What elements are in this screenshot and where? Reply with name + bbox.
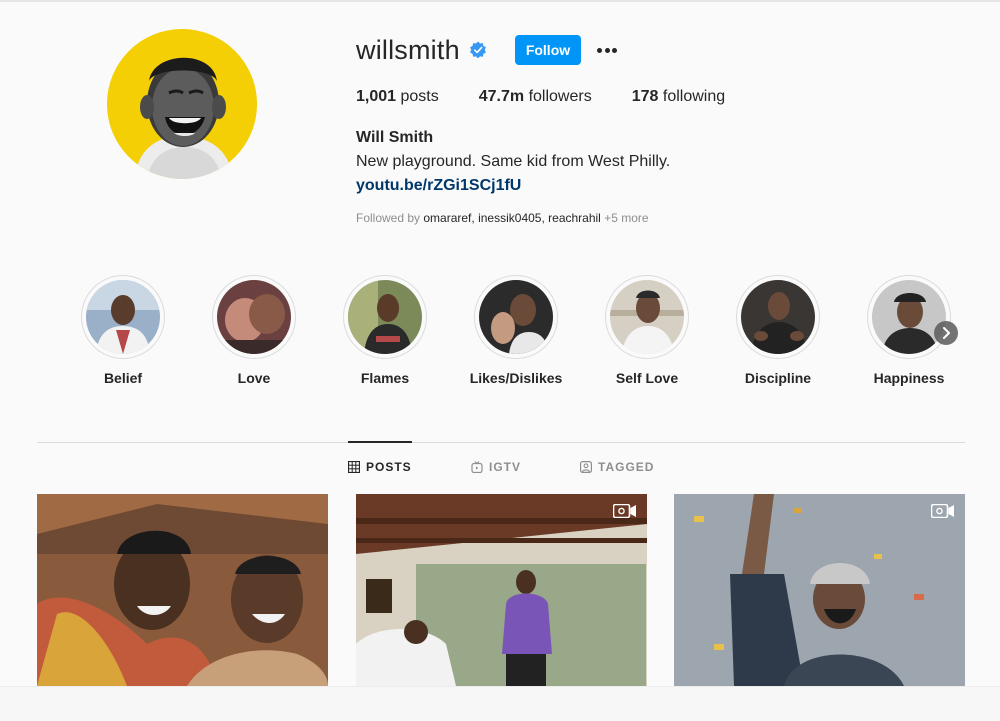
following-count: 178 xyxy=(631,88,659,105)
profile-avatar[interactable] xyxy=(107,29,257,179)
followers-stat[interactable]: 47.7m followers xyxy=(479,88,592,106)
tab-label: TAGGED xyxy=(598,460,655,474)
highlight-label: Discipline xyxy=(744,370,812,386)
followed-by-more[interactable]: +5 more xyxy=(604,211,648,225)
post-image xyxy=(37,494,328,686)
highlight-cover xyxy=(741,280,815,354)
post-tile[interactable] xyxy=(356,494,647,686)
followed-by-user[interactable]: omararef xyxy=(423,211,471,225)
post-tile[interactable] xyxy=(674,494,965,686)
posts-count: 1,001 xyxy=(356,88,397,105)
active-tab-indicator xyxy=(348,441,412,443)
tab-igtv[interactable]: IGTV xyxy=(471,460,521,474)
followed-by[interactable]: Followed by omararef, inessik0405, reach… xyxy=(356,211,649,225)
post-image xyxy=(674,494,965,686)
highlight-label: Love xyxy=(237,370,271,386)
bio-text: New playground. Same kid from West Phill… xyxy=(356,153,671,170)
profile-title-row: willsmith Follow xyxy=(356,33,619,67)
highlight-cover xyxy=(872,280,946,354)
highlight-cover xyxy=(479,280,553,354)
highlights-next-button[interactable] xyxy=(934,321,958,345)
highlight-likes-dislikes[interactable]: Likes/Dislikes xyxy=(470,275,562,386)
followed-by-user[interactable]: inessik0405 xyxy=(478,211,541,225)
verified-badge-icon xyxy=(469,41,486,59)
highlight-ring xyxy=(867,275,951,359)
highlight-ring xyxy=(605,275,689,359)
tab-tagged[interactable]: TAGGED xyxy=(580,460,654,474)
followers-count: 47.7m xyxy=(478,88,525,105)
chevron-right-icon xyxy=(943,327,950,339)
highlight-belief[interactable]: Belief xyxy=(81,275,165,386)
posts-label: posts xyxy=(400,88,439,105)
post-image xyxy=(356,494,647,686)
highlight-label: Self Love xyxy=(615,370,679,386)
highlight-label: Belief xyxy=(103,370,143,386)
tab-posts[interactable]: POSTS xyxy=(348,460,412,474)
posts-stat: 1,001 posts xyxy=(356,88,439,106)
bottom-edge xyxy=(0,686,1000,721)
followed-by-prefix: Followed by xyxy=(356,211,421,225)
tab-label: POSTS xyxy=(366,460,412,474)
video-icon xyxy=(613,504,636,518)
tab-label: IGTV xyxy=(489,460,522,474)
tagged-icon xyxy=(580,461,592,473)
followed-by-user[interactable]: reachrahil xyxy=(548,211,601,225)
highlight-label: Flames xyxy=(360,370,410,386)
highlight-love[interactable]: Love xyxy=(212,275,296,386)
video-icon xyxy=(931,504,954,518)
highlight-flames[interactable]: Flames xyxy=(343,275,427,386)
more-options-icon[interactable] xyxy=(595,38,619,62)
follow-button[interactable]: Follow xyxy=(514,35,582,65)
grid-icon xyxy=(348,461,360,473)
post-tile[interactable] xyxy=(37,494,328,686)
followers-label: followers xyxy=(528,88,592,105)
highlight-ring xyxy=(736,275,820,359)
highlight-label: Happiness xyxy=(873,370,945,386)
highlight-ring xyxy=(81,275,165,359)
highlight-ring xyxy=(343,275,427,359)
tabs-divider xyxy=(37,442,965,443)
avatar-image xyxy=(107,29,257,179)
highlight-self-love[interactable]: Self Love xyxy=(605,275,689,386)
profile-stats: 1,001 posts 47.7m followers 178 followin… xyxy=(356,88,765,106)
following-label: following xyxy=(662,88,726,105)
highlight-discipline[interactable]: Discipline xyxy=(736,275,820,386)
highlight-cover xyxy=(217,280,291,354)
username: willsmith xyxy=(356,34,460,65)
igtv-icon xyxy=(471,461,483,473)
highlight-cover xyxy=(86,280,160,354)
top-border xyxy=(0,0,1000,2)
highlight-ring xyxy=(212,275,296,359)
following-stat[interactable]: 178 following xyxy=(632,88,725,106)
highlight-ring xyxy=(474,275,558,359)
highlight-cover xyxy=(610,280,684,354)
highlight-cover xyxy=(348,280,422,354)
highlight-label: Likes/Dislikes xyxy=(469,370,563,386)
bio-link[interactable]: youtu.be/rZGi1SCj1fU xyxy=(356,177,521,195)
full-name: Will Smith xyxy=(356,129,434,146)
